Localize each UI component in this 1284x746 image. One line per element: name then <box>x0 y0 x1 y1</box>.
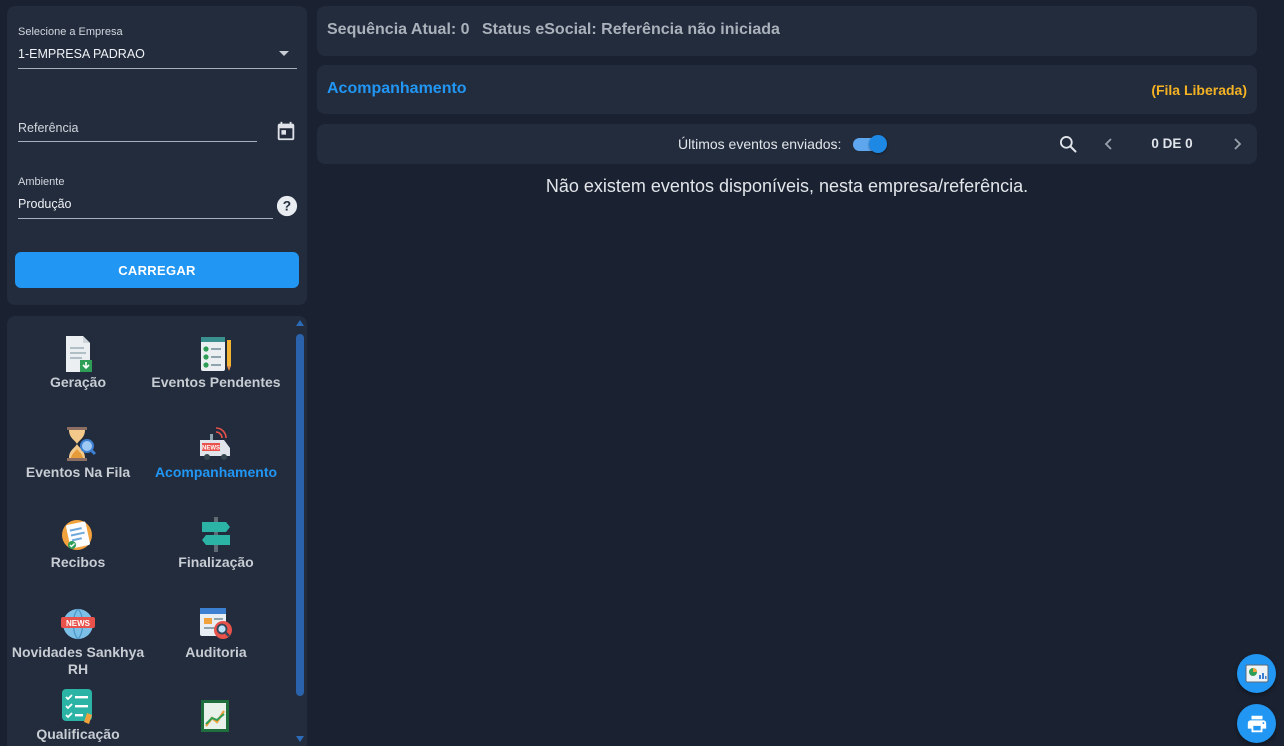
nav-item-label: Finalização <box>178 554 254 570</box>
reference-field[interactable]: Referência <box>7 116 267 142</box>
calendar-icon[interactable] <box>275 120 297 142</box>
print-fab-button[interactable] <box>1237 704 1276 743</box>
nav-item-eventos-pendentes[interactable]: Eventos Pendentes <box>145 334 287 391</box>
status-bar: Sequência Atual: 0 Status eSocial: Refer… <box>317 6 1257 56</box>
nav-item-label: Geração <box>49 374 107 390</box>
nav-item-label: Recibos <box>50 554 106 570</box>
help-icon[interactable]: ? <box>276 195 298 217</box>
nav-item-recibos[interactable]: Recibos <box>7 514 149 571</box>
last-events-toggle[interactable] <box>853 135 887 153</box>
events-toolbar: Últimos eventos enviados: 0 DE 0 <box>317 124 1257 164</box>
hourglass-search-icon <box>67 427 97 461</box>
environment-value: Produção <box>18 197 72 211</box>
nav-item-label: Eventos Na Fila <box>25 464 131 480</box>
page-counter: 0 DE 0 <box>1151 136 1193 151</box>
document-download-icon <box>66 336 92 372</box>
empty-state-message: Não existem eventos disponíveis, nesta e… <box>545 176 1029 196</box>
news-van-icon: NEWS <box>200 427 230 460</box>
tab-header: Acompanhamento (Fila Liberada) <box>317 65 1257 114</box>
environment-underline <box>18 218 273 219</box>
scrollbar-thumb[interactable] <box>296 334 304 696</box>
reference-input[interactable]: Referência <box>18 121 78 135</box>
nav-item-label: Eventos Pendentes <box>151 374 281 390</box>
company-label: Selecione a Empresa <box>18 26 123 38</box>
scroll-up-arrow-icon[interactable] <box>296 320 304 326</box>
news-globe-icon: NEWS <box>61 608 95 640</box>
filter-panel: Selecione a Empresa 1-EMPRESA PADRAO Ref… <box>7 6 307 305</box>
nav-item-acompanhamento[interactable]: NEWS Acompanhamento <box>145 424 287 481</box>
nav-item-geracao[interactable]: Geração <box>7 334 149 391</box>
svg-text:NEWS: NEWS <box>66 619 91 628</box>
svg-text:?: ? <box>283 199 291 214</box>
nav-menu: Geração Eventos Pendentes Eventos Na Fil… <box>7 316 307 746</box>
chevron-down-icon <box>279 51 289 56</box>
scroll-down-arrow-icon[interactable] <box>296 736 304 742</box>
search-icon[interactable] <box>1058 134 1078 154</box>
nav-item-relatorios[interactable] <box>145 696 287 736</box>
nav-item-label: Qualificação <box>36 726 120 742</box>
signpost-icon <box>202 517 230 552</box>
chart-book-icon <box>201 700 229 732</box>
nav-item-label: Acompanhamento <box>154 464 278 480</box>
toggle-knob <box>869 135 887 153</box>
nav-item-qualificacao[interactable]: Qualificação <box>7 686 149 743</box>
environment-select[interactable]: Produção <box>7 192 277 218</box>
last-events-label: Últimos eventos enviados: <box>678 136 842 152</box>
receipt-icon <box>62 520 92 550</box>
dashboard-fab-button[interactable] <box>1237 654 1276 693</box>
chevron-right-icon[interactable] <box>1229 136 1245 152</box>
sequence-status: Sequência Atual: 0 <box>327 21 470 38</box>
nav-item-auditoria[interactable]: Auditoria <box>145 604 287 661</box>
company-underline <box>18 68 297 69</box>
nav-item-label: Auditoria <box>185 644 247 660</box>
qualification-checklist-icon <box>62 689 92 724</box>
environment-label: Ambiente <box>18 176 65 188</box>
checklist-pencil-icon <box>201 337 231 371</box>
nav-item-finalizacao[interactable]: Finalização <box>145 514 287 571</box>
chevron-left-icon[interactable] <box>1101 136 1117 152</box>
nav-item-label: Novidades Sankhya RH <box>11 644 145 677</box>
tab-acompanhamento[interactable]: Acompanhamento <box>327 80 467 98</box>
company-value: 1-EMPRESA PADRAO <box>18 47 145 61</box>
esocial-status: Status eSocial: Referência não iniciada <box>482 21 780 38</box>
audit-search-icon <box>200 608 232 639</box>
reference-underline <box>18 141 257 142</box>
presentation-chart-icon <box>1245 664 1268 682</box>
nav-item-novidades[interactable]: NEWS Novidades Sankhya RH <box>7 604 149 678</box>
load-button[interactable]: CARREGAR <box>15 252 299 288</box>
printer-icon <box>1247 715 1266 732</box>
svg-text:NEWS: NEWS <box>202 446 220 452</box>
company-select[interactable]: 1-EMPRESA PADRAO <box>7 42 307 68</box>
nav-item-eventos-na-fila[interactable]: Eventos Na Fila <box>7 424 149 481</box>
nav-scrollbar[interactable] <box>295 320 305 744</box>
queue-status-badge: (Fila Liberada) <box>1151 82 1247 98</box>
